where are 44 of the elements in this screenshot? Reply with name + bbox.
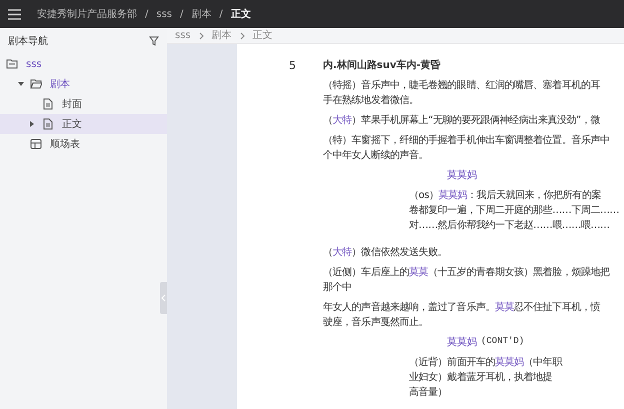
action-line: （大特）苹果手机屏幕上“无聊的要死跟俩神经病出来真没劲”，微 (323, 114, 601, 128)
character-extension: (CONT'D) (481, 335, 524, 348)
sidebar-title: 剧本导航 (8, 34, 48, 48)
action-line: 驶座，音乐声戛然而止。 (323, 316, 430, 330)
document-icon (42, 98, 54, 110)
breadcrumb-separator: / (180, 8, 184, 22)
breadcrumb-link[interactable]: sss (156, 6, 172, 22)
scene-number: 5 (289, 58, 297, 74)
breadcrumb-link[interactable]: 剧本 (191, 6, 212, 22)
action-line: （大特）微信依然发送失败。 (323, 246, 448, 260)
character-name: 莫莫妈 (447, 336, 477, 350)
action-line: （特摇）音乐声中，睫毛卷翘的眼睛、红润的嘴唇、塞着耳机的耳 (323, 78, 601, 93)
action-line: 个中年女人断续的声音。 (323, 148, 430, 163)
tree-item[interactable]: 封面 (0, 94, 167, 114)
tree-item[interactable]: sss (0, 54, 167, 74)
dialogue-line: 业妇女）戴着蓝牙耳机，执着地提 (409, 370, 554, 385)
action-line: 那个中 (323, 280, 353, 295)
filter-icon[interactable] (149, 36, 159, 46)
character-name: 莫莫妈 (447, 168, 477, 183)
dialogue-line: （近背）前面开车的莫莫妈（中年职 (409, 356, 564, 370)
action-line: 年女人的声音越来越响，盖过了音乐声。莫莫忍不住扯下耳机，愤 (323, 300, 602, 315)
dialogue-line: 卷都复印一遍，下周二开庭的那些……下周二…… (409, 204, 620, 218)
action-line: （特）车窗摇下，纤细的手握着手机伸出车窗调整着位置。音乐声中 (323, 134, 611, 148)
dialogue-line: 高音量） (409, 386, 448, 400)
breadcrumb-separator: / (219, 8, 223, 22)
action-line: 手在熟练地发着微信。 (323, 94, 420, 108)
caret-down-icon[interactable] (18, 82, 26, 86)
folder-icon (6, 58, 18, 70)
action-line: （近侧）车后座上的莫莫（十五岁的青春期女孩）黑着脸，烦躁地把 (323, 266, 611, 280)
dialogue-line: （os）莫莫妈：我后天就回来，你把所有的案 (409, 188, 602, 203)
folder-icon (30, 78, 42, 90)
tree-item[interactable]: 正文 (0, 114, 167, 134)
breadcrumb-link[interactable]: 安捷秀制片产品服务部 (37, 6, 137, 22)
collapse-handle[interactable] (160, 282, 167, 314)
dialogue-line: 对……然后你帮我约一下老赵……喂……喂…… (409, 218, 611, 233)
chevron-right-icon (240, 32, 245, 40)
tree-item[interactable]: 顺场表 (0, 134, 167, 154)
chevron-right-icon (198, 32, 204, 40)
table-icon (30, 138, 42, 150)
menu-icon[interactable] (8, 8, 21, 20)
tree-item[interactable]: 剧本 (0, 74, 167, 94)
scene-heading: 内.林间山路suv车内-黄昏 (323, 58, 442, 73)
document-icon (42, 118, 54, 130)
breadcrumb-separator: / (145, 8, 148, 22)
